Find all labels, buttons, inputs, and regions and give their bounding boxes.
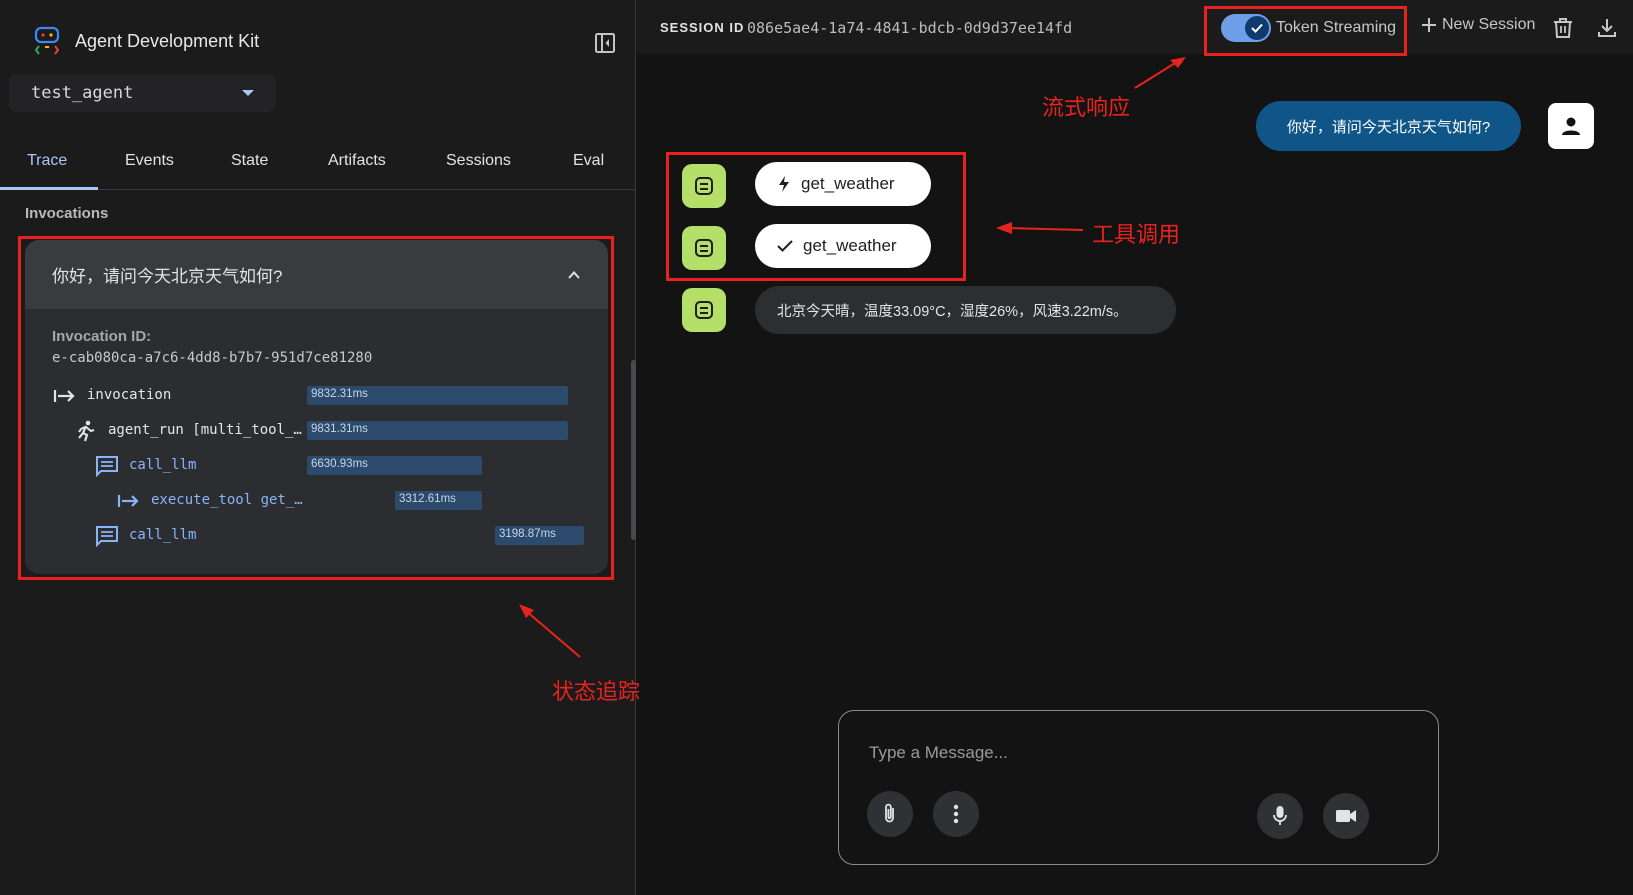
tab-trace[interactable]: Trace (27, 152, 67, 170)
agent-select-value: test_agent (31, 83, 134, 103)
tab-sessions[interactable]: Sessions (446, 152, 511, 170)
microphone-icon (1273, 806, 1287, 825)
message-input[interactable] (869, 743, 1409, 763)
attach-button[interactable] (867, 791, 913, 837)
brand-title: Agent Development Kit (75, 30, 260, 51)
annotation-arrow-streaming (1134, 59, 1181, 89)
user-avatar (1548, 103, 1594, 149)
tab-events[interactable]: Events (125, 152, 174, 170)
bot-message: 北京今天晴，温度33.09°C，湿度26%，风速3.22m/s。 (755, 286, 1176, 334)
session-id-value: 086e5ae4-1a74-4841-bdcb-0d9d37ee14fd (747, 19, 1073, 37)
more-vert-icon (953, 804, 959, 824)
plus-icon (1422, 18, 1436, 32)
paperclip-icon (885, 803, 894, 823)
annotation-streaming: 流式响应 (1042, 96, 1131, 121)
bot-avatar (682, 288, 726, 332)
camera-button[interactable] (1323, 793, 1369, 839)
download-icon[interactable] (1595, 16, 1619, 40)
message-composer (838, 710, 1439, 865)
person-icon (1562, 117, 1580, 135)
annotation-box-streaming (1204, 6, 1407, 56)
tab-state[interactable]: State (231, 152, 268, 170)
session-id-label: SESSION ID (660, 20, 745, 35)
active-tab-indicator (0, 187, 98, 190)
app-root: Agent Development Kit test_agent Trace E… (0, 0, 1633, 895)
invocations-heading: Invocations (25, 205, 109, 222)
robot-icon (695, 301, 713, 319)
tab-eval[interactable]: Eval (573, 152, 604, 170)
new-session-button[interactable]: New Session (1420, 16, 1535, 34)
collapse-sidebar-icon[interactable] (594, 32, 616, 54)
annotation-state-trace: 状态追踪 (552, 680, 641, 705)
trash-icon[interactable] (1551, 16, 1575, 40)
annotation-arrowhead (996, 222, 1012, 234)
annotation-tool-call: 工具调用 (1092, 223, 1181, 248)
videocam-icon (1336, 810, 1356, 822)
microphone-button[interactable] (1257, 793, 1303, 839)
more-options-button[interactable] (933, 791, 979, 837)
brand: Agent Development Kit (33, 26, 259, 56)
user-message: 你好，请问今天北京天气如何? (1256, 101, 1521, 151)
annotation-arrowhead (1170, 57, 1186, 68)
new-session-label: New Session (1442, 16, 1536, 33)
annotation-arrow-tools (1004, 227, 1084, 231)
sidebar-scrollbar[interactable] (631, 360, 636, 540)
adk-logo-icon (34, 26, 60, 55)
tab-artifacts[interactable]: Artifacts (328, 152, 386, 170)
agent-select[interactable]: test_agent (9, 74, 276, 112)
annotation-box-trace (18, 236, 614, 580)
chevron-down-icon (242, 90, 254, 96)
sidebar-tabs: Trace Events State Artifacts Sessions Ev… (0, 140, 636, 190)
annotation-box-tools (666, 152, 966, 281)
